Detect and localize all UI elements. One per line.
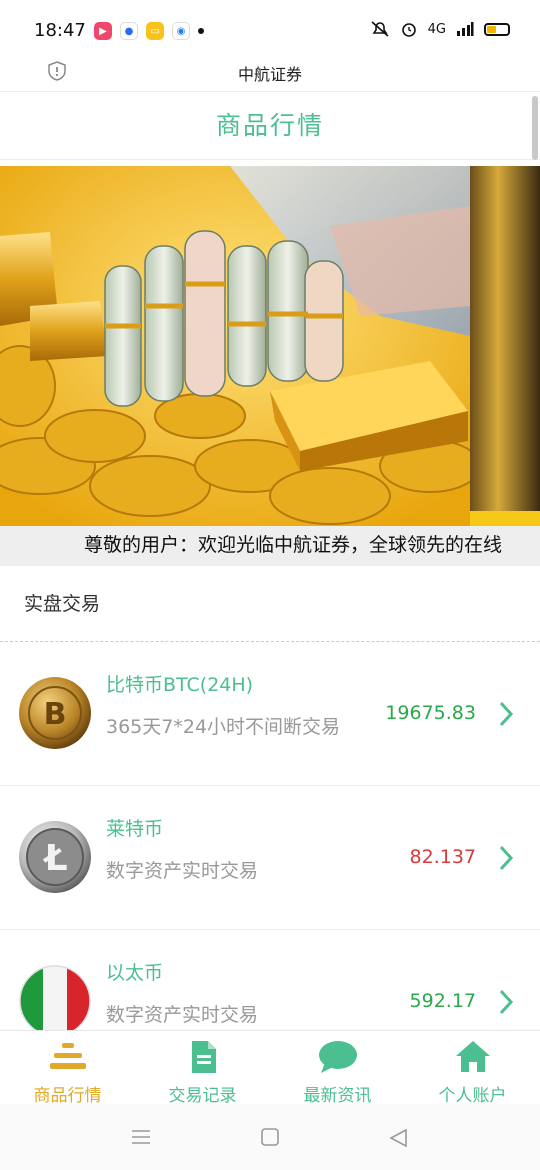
coin-description: 365天7*24小时不间断交易: [106, 716, 341, 738]
coin-description: 数字资产实时交易: [106, 860, 259, 882]
notice-marquee: 尊敬的用户：欢迎光临中航证券，全球领先的在线: [0, 526, 540, 566]
scrollbar[interactable]: [532, 96, 538, 160]
home-icon: [455, 1041, 490, 1072]
document-icon: [191, 1041, 216, 1073]
chevron-right-icon[interactable]: [498, 844, 514, 872]
banner-carousel[interactable]: [0, 166, 540, 526]
status-app-icons: ▶ ● ▭ ◉: [94, 22, 204, 40]
coin-list: B 比特币BTC(24H) 365天7*24小时不间断交易 19675.83 Ł…: [0, 642, 540, 1032]
tab-label: 商品行情: [33, 1086, 102, 1106]
tab-label: 个人账户: [438, 1086, 507, 1106]
tab-label: 最新资讯: [303, 1086, 372, 1106]
coin-price: 82.137: [409, 846, 476, 868]
chevron-right-icon[interactable]: [498, 988, 514, 1016]
coin-price: 592.17: [409, 990, 476, 1012]
tab-trade-records[interactable]: 交易记录: [135, 1031, 270, 1106]
coin-price: 19675.83: [385, 702, 476, 724]
system-navigation-bar: [0, 1104, 540, 1170]
bitcoin-coin-icon: B: [19, 677, 91, 749]
chevron-right-icon[interactable]: [498, 700, 514, 728]
battery-icon: [484, 22, 510, 36]
svg-text:B: B: [44, 697, 67, 732]
coin-name: 比特币BTC(24H): [106, 674, 254, 696]
alarm-icon: [401, 23, 416, 37]
video-app-icon: ▶: [94, 22, 112, 40]
mute-icon: [371, 21, 389, 37]
browser-title-bar: 中航证券: [0, 52, 540, 92]
browser-app-icon: ◉: [172, 22, 190, 40]
menu-icon[interactable]: [130, 1128, 152, 1146]
coin-row-ethereum[interactable]: 以太币 数字资产实时交易 592.17: [0, 930, 540, 1032]
page-header: 商品行情: [0, 92, 540, 160]
trading-section: 实盘交易: [0, 566, 540, 642]
status-indicators: 4G: [370, 20, 510, 38]
tab-market[interactable]: 商品行情: [0, 1031, 135, 1106]
notes-app-icon: ▭: [146, 22, 164, 40]
coin-name: 莱特币: [106, 818, 164, 840]
svg-text:Ł: Ł: [42, 838, 67, 879]
browser-page-title: 中航证券: [237, 65, 302, 84]
tab-label: 交易记录: [168, 1086, 237, 1106]
tab-account[interactable]: 个人账户: [405, 1031, 540, 1106]
home-square-icon[interactable]: [260, 1128, 280, 1146]
chat-bubble-icon: [318, 1041, 357, 1073]
bottom-tab-bar: 商品行情 交易记录 最新资讯 个人账户: [0, 1030, 540, 1106]
banner-image-gold-and-money[interactable]: [0, 166, 470, 526]
list-icon: [49, 1043, 86, 1069]
litecoin-coin-icon: Ł: [19, 821, 91, 893]
back-triangle-icon[interactable]: [388, 1128, 408, 1148]
coin-name: 以太币: [106, 962, 164, 984]
status-time: 18:47: [34, 20, 86, 41]
section-title: 实盘交易: [0, 566, 540, 642]
network-type: 4G: [427, 21, 446, 37]
page-title: 商品行情: [215, 111, 324, 140]
coin-row-bitcoin[interactable]: B 比特币BTC(24H) 365天7*24小时不间断交易 19675.83: [0, 642, 540, 786]
coin-description: 数字资产实时交易: [106, 1004, 259, 1026]
banner-next-slide[interactable]: [470, 166, 540, 511]
status-bar: 18:47 ▶ ● ▭ ◉ 4G: [0, 0, 540, 58]
more-notifications-icon: [198, 28, 204, 34]
italy-flag-icon: [19, 965, 91, 1032]
coin-row-litecoin[interactable]: Ł 莱特币 数字资产实时交易 82.137: [0, 786, 540, 930]
signal-icon: [457, 22, 474, 36]
tab-news[interactable]: 最新资讯: [270, 1031, 405, 1106]
youku-app-icon: ●: [120, 22, 138, 40]
notice-text: 尊敬的用户：欢迎光临中航证券，全球领先的在线: [84, 534, 503, 556]
